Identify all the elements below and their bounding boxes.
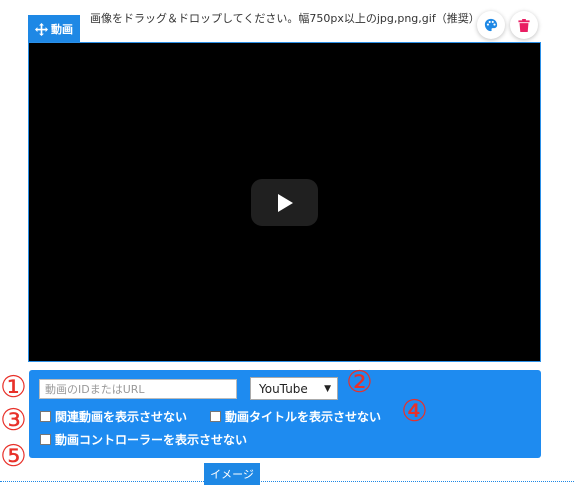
hide-controller-option[interactable]: 動画コントローラーを表示させない (40, 431, 247, 448)
hide-related-label: 関連動画を表示させない (55, 410, 188, 424)
hide-related-option[interactable]: 関連動画を表示させない (40, 408, 187, 425)
hide-related-checkbox[interactable] (40, 411, 51, 422)
image-block-tab[interactable]: イメージ (204, 463, 260, 485)
move-arrows-icon (35, 22, 48, 36)
annotation-marker-1: ① (0, 370, 27, 405)
play-button[interactable] (251, 179, 318, 226)
hide-title-option[interactable]: 動画タイトルを表示させない (210, 408, 381, 425)
video-source-selected: YouTube (259, 381, 308, 396)
video-player[interactable] (28, 42, 541, 362)
dropdown-arrow-icon: ▼ (324, 383, 331, 394)
hide-title-label: 動画タイトルを表示させない (225, 410, 382, 424)
hide-controller-checkbox[interactable] (40, 434, 51, 445)
annotation-marker-3: ③ (0, 403, 27, 438)
delete-button[interactable] (510, 11, 538, 39)
block-divider (0, 481, 574, 482)
annotation-marker-2: ② (346, 365, 373, 400)
video-source-select[interactable]: YouTube ▼ (250, 377, 338, 400)
video-url-input[interactable] (39, 379, 237, 399)
annotation-marker-5: ⑤ (0, 439, 27, 474)
palette-icon (484, 18, 498, 32)
hide-controller-label: 動画コントローラーを表示させない (55, 433, 248, 447)
hide-title-checkbox[interactable] (210, 411, 221, 422)
annotation-marker-4: ④ (401, 394, 428, 429)
play-icon (277, 193, 293, 212)
trash-icon (518, 18, 530, 32)
palette-button[interactable] (477, 11, 505, 39)
upload-hint-text: 画像をドラッグ＆ドロップしてください。幅750px以上のjpg,png,gif（… (90, 12, 480, 25)
drag-tab-label: 動画 (51, 23, 73, 36)
video-settings-panel: YouTube ▼ 関連動画を表示させない 動画タイトルを表示させない 動画コン… (29, 370, 541, 458)
video-block-drag-handle[interactable]: 動画 (28, 15, 80, 43)
